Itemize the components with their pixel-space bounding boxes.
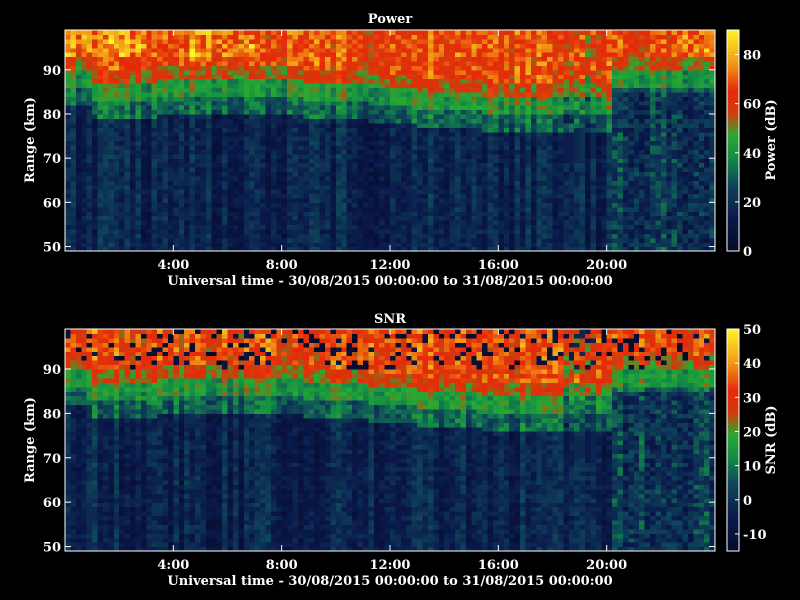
x-tick-label: 16:00 — [478, 558, 519, 573]
colorbar-tick-label: 20 — [743, 196, 761, 211]
colorbar-tick-label: 0 — [743, 245, 752, 260]
x-tick-label: 8:00 — [266, 558, 298, 573]
y-tick-label: 60 — [43, 496, 61, 511]
power-xlabel: Universal time - 30/08/2015 00:00:00 to … — [167, 274, 612, 289]
y-tick-label: 80 — [43, 407, 61, 422]
x-tick-label: 12:00 — [370, 558, 411, 573]
snr-title: SNR — [374, 312, 406, 327]
y-tick-label: 60 — [43, 196, 61, 211]
y-tick-label: 50 — [43, 241, 61, 256]
y-tick-label: 90 — [43, 363, 61, 378]
snr-heatmap — [65, 329, 716, 552]
y-tick-label: 80 — [43, 108, 61, 123]
y-tick-label: 70 — [43, 152, 61, 167]
colorbar-tick-label: 60 — [743, 98, 761, 113]
power-title: Power — [368, 12, 413, 27]
x-tick-label: 20:00 — [586, 258, 627, 273]
power-panel: Power 50 60 70 80 90 4:00 8:00 12:00 16:00 20:00… — [23, 12, 779, 289]
x-tick-label: 4:00 — [157, 558, 189, 573]
y-tick-label: 90 — [43, 64, 61, 79]
colorbar-tick-label: 10 — [743, 460, 761, 475]
snr-colorbar-label: SNR (dB) — [764, 406, 779, 475]
power-ylabel: Range (km) — [23, 97, 38, 183]
x-tick-label: 20:00 — [586, 558, 627, 573]
x-tick-label: 12:00 — [370, 258, 411, 273]
colorbar-tick-label: 40 — [743, 147, 761, 162]
colorbar-tick-label: 50 — [743, 323, 761, 338]
colorbar-tick-label: 80 — [743, 49, 761, 64]
power-colorbar-label: Power (dB) — [764, 99, 779, 180]
x-tick-label: 4:00 — [157, 258, 189, 273]
colorbar-tick-label: -10 — [743, 528, 767, 543]
x-tick-label: 8:00 — [266, 258, 298, 273]
colorbar-tick-label: 0 — [743, 494, 752, 509]
y-tick-label: 50 — [43, 541, 61, 556]
colorbar-tick-label: 40 — [743, 357, 761, 372]
y-tick-label: 70 — [43, 452, 61, 467]
snr-ylabel: Range (km) — [23, 397, 38, 483]
snr-xlabel: Universal time - 30/08/2015 00:00:00 to … — [167, 574, 612, 589]
x-tick-label: 16:00 — [478, 258, 519, 273]
chart-canvas: Power 50 60 70 80 90 4:00 8:00 12:00 16:00 20:00… — [0, 0, 800, 600]
snr-panel: SNR 50 60 70 80 90 4:00 8:00 12:00 16:00 20:00 R… — [23, 312, 779, 589]
colorbar-tick-label: 20 — [743, 425, 761, 440]
power-heatmap — [65, 30, 716, 252]
colorbar-tick-label: 30 — [743, 391, 761, 406]
